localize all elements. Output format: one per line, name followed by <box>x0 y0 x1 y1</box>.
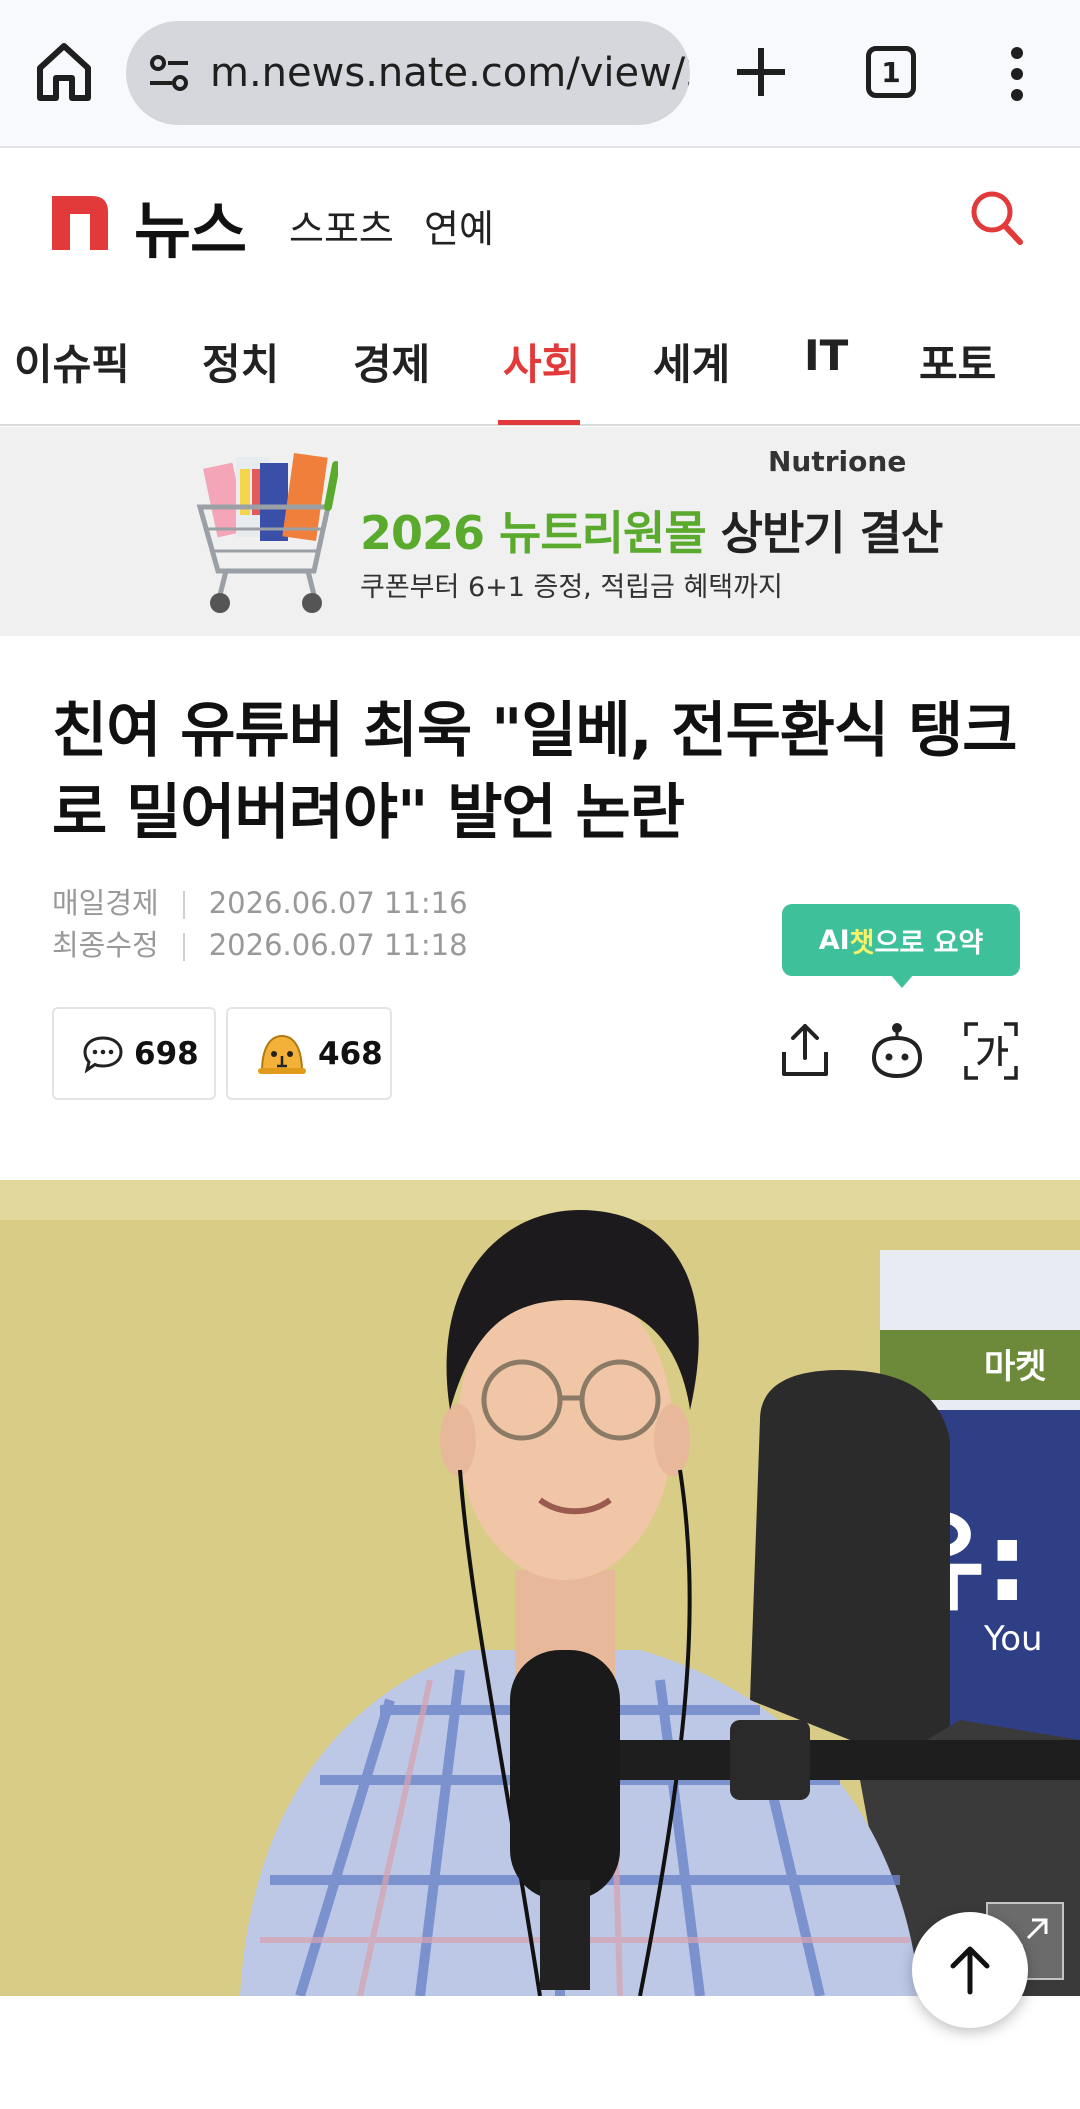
ai-bot-icon[interactable] <box>868 1020 926 1082</box>
more-vert-icon[interactable] <box>1002 46 1032 102</box>
ad-headline-dark: 상반기 결산 <box>720 506 944 560</box>
ad-banner[interactable]: Nutrione 2026 뉴트리원몰 상반기 결산 쿠폰부터 6+1 증정, … <box>0 427 1080 636</box>
ad-brand: Nutrione <box>768 445 907 478</box>
tab-photo[interactable]: 포토 <box>919 331 996 392</box>
ad-headline-green: 2026 뉴트리원몰 <box>360 506 707 560</box>
category-nav: 이슈픽 정치 경제 사회 세계 IT 포토 <box>0 285 1080 426</box>
comment-count: 698 <box>134 1035 199 1072</box>
top-link-entertainment[interactable]: 연예 <box>424 198 494 253</box>
site-logo-text[interactable]: 뉴스 <box>134 180 247 270</box>
tab-economy[interactable]: 경제 <box>353 331 430 392</box>
arrow-up-icon <box>950 1946 990 1995</box>
tab-world[interactable]: 세계 <box>653 331 730 392</box>
tab-count: 1 <box>881 55 901 89</box>
top-link-sports[interactable]: 스포츠 <box>289 198 394 253</box>
tab-it[interactable]: IT <box>804 331 848 380</box>
tab-politics[interactable]: 정치 <box>202 331 279 392</box>
ai-summary-highlight: 챗 <box>849 927 875 959</box>
reaction-icon <box>258 1034 306 1074</box>
cart-icon <box>196 453 338 613</box>
like-count: 468 <box>318 1035 383 1072</box>
nate-logo-icon[interactable] <box>52 196 108 250</box>
browser-toolbar: m.news.nate.com/view/2 1 <box>0 0 1080 148</box>
scroll-to-top-button[interactable] <box>912 1912 1028 2028</box>
tab-issuepick[interactable]: 이슈픽 <box>14 331 130 392</box>
headline-line-1: 친여 유튜버 최욱 "일베, 전두환식 탱크 <box>52 696 1017 766</box>
ad-subtext: 쿠폰부터 6+1 증정, 적립금 혜택까지 <box>360 572 783 603</box>
site-header: 뉴스 스포츠 연예 <box>0 150 1080 285</box>
article-source[interactable]: 매일경제 <box>52 886 159 920</box>
headline-line-2: 로 밀어버려야" 발언 논란 <box>52 778 685 848</box>
tabs-icon[interactable]: 1 <box>866 46 916 98</box>
home-icon[interactable] <box>34 40 94 104</box>
published-date: 2026.06.07 11:16 <box>208 886 468 920</box>
ai-summary-prefix: AI <box>818 924 850 956</box>
article-modified-row: 최종수정 2026.06.07 11:18 <box>52 922 468 964</box>
comment-icon <box>83 1035 123 1073</box>
ai-summary-suffix: 으로 요약 <box>874 927 984 959</box>
comments-button[interactable]: 698 <box>52 1007 216 1100</box>
meta-divider <box>182 933 185 961</box>
ad-headline: 2026 뉴트리원몰 상반기 결산 <box>360 497 944 563</box>
banner-text-you: You <box>983 1619 1043 1659</box>
font-size-icon[interactable] <box>962 1020 1020 1082</box>
modified-label: 최종수정 <box>52 928 159 962</box>
reaction-button[interactable]: 468 <box>226 1007 392 1100</box>
plus-icon[interactable] <box>733 42 789 102</box>
tune-icon[interactable] <box>146 49 194 97</box>
ai-summary-button[interactable]: AI 챗 으로 요약 <box>782 904 1020 988</box>
article-headline: 친여 유튜버 최욱 "일베, 전두환식 탱크 로 밀어버려야" 발언 논란 <box>52 690 1042 854</box>
banner-text-market: 마켓 <box>984 1347 1047 1387</box>
share-icon[interactable] <box>776 1020 834 1082</box>
search-icon[interactable] <box>968 188 1024 248</box>
address-bar[interactable]: m.news.nate.com/view/2 <box>126 21 690 125</box>
modified-date: 2026.06.07 11:18 <box>208 928 468 962</box>
article-photo[interactable]: 마켓 유: You <box>0 1180 1080 1996</box>
url-text[interactable]: m.news.nate.com/view/2 <box>210 50 690 96</box>
active-tab-indicator <box>498 420 580 425</box>
tab-society[interactable]: 사회 <box>503 331 580 392</box>
article-source-row: 매일경제 2026.06.07 11:16 <box>52 880 468 922</box>
meta-divider <box>182 891 185 919</box>
